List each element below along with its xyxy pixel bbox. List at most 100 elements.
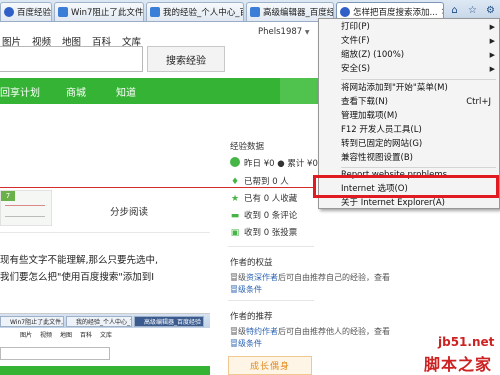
thumb-preview xyxy=(5,205,45,217)
menu-item-label: 文件(F) xyxy=(341,36,370,46)
article-screenshot: Win7阻止了此文件,因... 我的经验_个人中心_百度经验 高级编辑器_百度经… xyxy=(0,313,210,375)
experience-data-title: 经验数据 xyxy=(230,142,265,152)
menu-item-file[interactable]: 文件(F) ▶ xyxy=(319,35,499,48)
watermark-url: jb51.net xyxy=(438,335,495,349)
screenshot-nav-link: 图片 xyxy=(20,332,33,339)
browser-tab[interactable]: 我的经验_个人中心_百... xyxy=(146,2,244,21)
user-name[interactable]: Phels1987 ▼ xyxy=(258,27,310,37)
text-fragment: 后可自由推荐他人的经验，查看 xyxy=(278,327,390,336)
text-fragment: 冒级 xyxy=(230,327,246,336)
screenshot-nav-link: 文库 xyxy=(100,332,113,339)
menu-item-label: 管理加载项(M) xyxy=(341,111,398,121)
upgrade-conditions-link[interactable]: 冒级条件 xyxy=(230,284,262,295)
tab-label: Win7阻止了此文件,因... xyxy=(71,8,144,18)
ie-page-icon xyxy=(250,7,260,17)
chevron-right-icon: ▶ xyxy=(489,51,495,59)
tab-label: 百度经验 xyxy=(17,8,52,18)
divider xyxy=(228,300,314,301)
senior-author-link[interactable]: 资深作者 xyxy=(246,273,278,282)
menu-separator xyxy=(341,79,496,80)
baidu-paw-icon xyxy=(4,7,14,17)
gear-icon[interactable]: ⚙ xyxy=(483,3,498,18)
screenshot-tab: Win7阻止了此文件,因... xyxy=(0,316,64,327)
stat-comments: ▬ 收到 0 条评论 xyxy=(230,209,298,221)
menu-item-label: F12 开发人员工具(L) xyxy=(341,125,422,135)
ie-page-icon xyxy=(150,7,160,17)
upgrade-conditions-link[interactable]: 冒级条件 xyxy=(230,338,262,349)
screenshot-green-bar xyxy=(0,366,210,375)
browser-tab[interactable]: 百度经验 xyxy=(0,2,52,21)
special-author-link[interactable]: 特约作者 xyxy=(246,327,278,336)
stat-text: 收到 0 张投票 xyxy=(244,228,298,238)
thumb-icon: ♦ xyxy=(230,177,240,187)
home-icon[interactable]: ⌂ xyxy=(447,3,462,18)
article-paragraph: 我们要怎么把"使用百度搜索"添加到I xyxy=(0,272,155,283)
author-rights-text: 冒级资深作者后可自由推荐自己的经验，查看 xyxy=(230,272,390,283)
text-fragment: 后可自由推荐自己的经验，查看 xyxy=(278,273,390,282)
stat-favorites: ★ 已有 0 人收藏 xyxy=(230,192,297,204)
highlight-box xyxy=(313,175,499,198)
menu-item-dev-tools[interactable]: F12 开发人员工具(L) xyxy=(319,124,499,137)
chevron-down-icon: ▼ xyxy=(304,29,310,36)
baidu-paw-icon xyxy=(340,7,350,17)
menu-item-view-downloads[interactable]: 查看下载(N) Ctrl+J xyxy=(319,96,499,109)
star-icon[interactable]: ☆ xyxy=(465,3,480,18)
chevron-right-icon: ▶ xyxy=(489,23,495,31)
menu-item-safety[interactable]: 安全(S) ▶ xyxy=(319,63,499,76)
chevron-right-icon: ▶ xyxy=(489,65,495,73)
tab-label: 高级编辑器_百度经验 xyxy=(263,8,333,18)
chevron-right-icon: ▶ xyxy=(489,37,495,45)
author-rights-title: 作者的权益 xyxy=(230,258,273,268)
menu-item-add-to-start[interactable]: 将网站添加到"开始"菜单(M) xyxy=(319,82,499,95)
ie-page-icon xyxy=(58,7,68,17)
menu-item-label: 将网站添加到"开始"菜单(M) xyxy=(341,83,448,93)
stat-text: 已帮到 0 人 xyxy=(244,177,289,187)
close-tab-icon[interactable]: × xyxy=(441,7,443,17)
author-recommend-title: 作者的推荐 xyxy=(230,312,273,322)
menu-item-label: 查看下载(N) xyxy=(341,97,388,107)
stat-text: 已有 0 人收藏 xyxy=(244,194,298,204)
screenshot-nav-link: 视频 xyxy=(40,332,53,339)
watermark-name: 脚本之家 xyxy=(424,355,493,374)
step-reading-link[interactable]: 分步阅读 xyxy=(110,204,148,218)
screenshot-nav: 图片 视频 地图 百科 文库 xyxy=(0,330,210,341)
screenshot-nav-link: 百科 xyxy=(80,332,93,339)
stat-votes: ▣ 收到 0 张投票 xyxy=(230,226,298,238)
menu-item-label: 兼容性视图设置(B) xyxy=(341,153,413,163)
nav-item-mall[interactable]: 商城 xyxy=(66,84,86,99)
search-input[interactable] xyxy=(0,46,143,72)
nav-item-zhidao[interactable]: 知道 xyxy=(116,84,136,99)
shortcut-label: Ctrl+J xyxy=(466,97,491,107)
tab-label: 我的经验_个人中心_百... xyxy=(163,8,243,18)
divider xyxy=(228,246,314,247)
menu-item-label: 缩放(Z) (100%) xyxy=(341,50,405,60)
stat-text: 昨日 ¥0 ● 累计 ¥0 xyxy=(244,159,318,169)
coin-icon xyxy=(230,157,240,167)
comment-icon: ▬ xyxy=(230,211,240,221)
menu-item-compat-view[interactable]: 兼容性视图设置(B) xyxy=(319,152,499,165)
red-divider-line xyxy=(0,187,315,188)
menu-item-pinned-sites[interactable]: 转到已固定的网站(G) xyxy=(319,138,499,151)
article-thumbnail[interactable]: 7 xyxy=(0,190,52,226)
thumb-badge: 7 xyxy=(1,191,15,201)
stat-text: 收到 0 条评论 xyxy=(244,211,298,221)
menu-item-print[interactable]: 打印(P) ▶ xyxy=(319,21,499,34)
browser-toolbar-icons: ⌂ ☆ ⚙ xyxy=(447,3,498,18)
menu-item-manage-addons[interactable]: 管理加载项(M) xyxy=(319,110,499,123)
browser-tab[interactable]: Win7阻止了此文件,因... xyxy=(54,2,144,21)
stat-earnings: 昨日 ¥0 ● 累计 ¥0 xyxy=(230,157,318,169)
screenshot-search-box xyxy=(0,347,110,360)
menu-item-zoom[interactable]: 缩放(Z) (100%) ▶ xyxy=(319,49,499,62)
screenshot-tabstrip: Win7阻止了此文件,因... 我的经验_个人中心_百度经验 高级编辑器_百度经… xyxy=(0,314,210,328)
divider xyxy=(0,232,210,233)
promo-banner[interactable]: 成长偶身 xyxy=(228,356,312,375)
text-fragment: 冒级 xyxy=(230,273,246,282)
nav-item-plan[interactable]: 回享计划 xyxy=(0,84,40,99)
screenshot-tab: 我的经验_个人中心_百度经验 xyxy=(66,316,132,327)
menu-item-label: 转到已固定的网站(G) xyxy=(341,139,423,149)
menu-item-about-ie[interactable]: 关于 Internet Explorer(A) xyxy=(319,197,499,210)
menu-item-label: 关于 Internet Explorer(A) xyxy=(341,198,445,208)
search-button[interactable]: 搜索经验 xyxy=(147,46,225,72)
user-name-text: Phels1987 xyxy=(258,27,303,37)
menu-separator xyxy=(341,167,496,168)
